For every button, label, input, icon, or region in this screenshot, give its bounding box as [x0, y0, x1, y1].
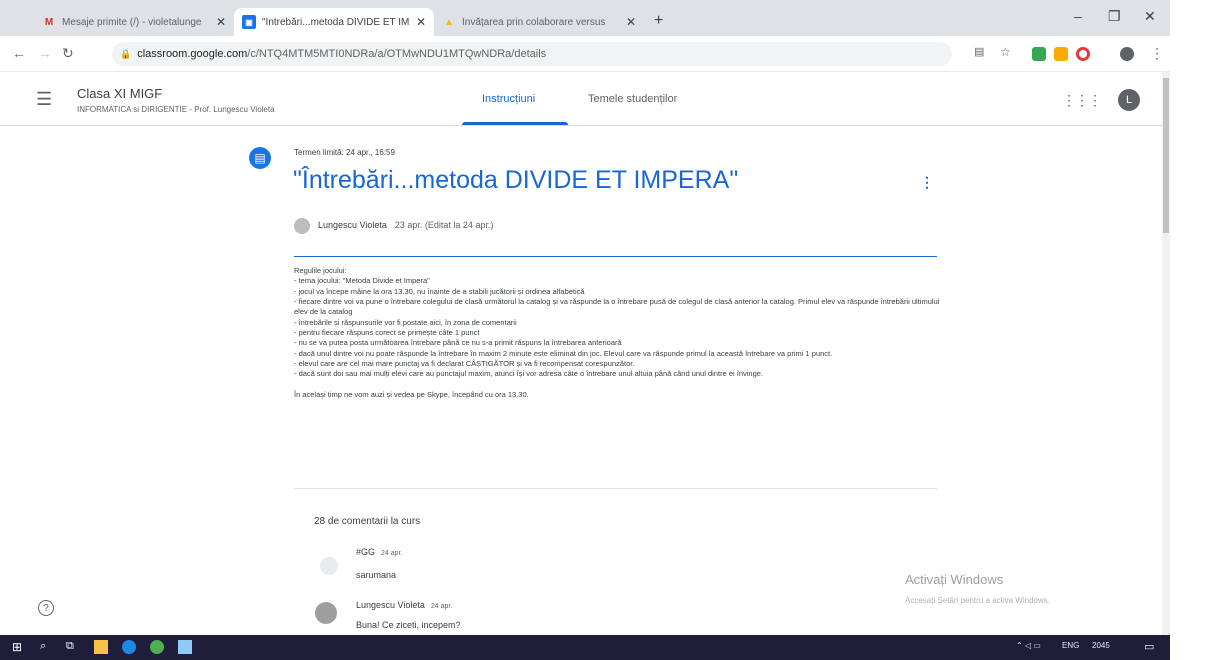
maximize-icon[interactable]: ❐: [1108, 8, 1121, 25]
address-bar[interactable]: 🔒 classroom.google.com/c/NTQ4MTM5MTI0NDR…: [112, 42, 952, 66]
author-avatar: [294, 218, 310, 234]
description-line: - dacă unul dintre voi nu poate răspunde…: [294, 348, 833, 358]
divider: [294, 256, 937, 257]
tab-title: Mesaje primite (/) - violetalunge: [62, 16, 202, 28]
class-name[interactable]: Clasa XI MIGF: [77, 86, 162, 101]
windows-start-icon[interactable]: ⊞: [12, 640, 26, 654]
description-closing: În același timp ne vom auzi și vedea pe …: [294, 389, 529, 399]
forward-icon[interactable]: →: [38, 45, 52, 61]
screenshot-margin: [1170, 0, 1206, 660]
comment-author-name: #GG: [356, 547, 376, 557]
close-icon[interactable]: ✕: [626, 15, 636, 29]
description-line: Regulile jocului:: [294, 266, 347, 275]
browser-window: M Mesaje primite (/) - violetalunge ✕ ▣ …: [0, 0, 1206, 660]
close-window-icon[interactable]: ✕: [1144, 8, 1156, 25]
comment-date: 24 apr.: [381, 550, 403, 557]
description-line: - pentru fiecare răspuns corect se prime…: [294, 328, 480, 338]
translate-icon[interactable]: ▤: [974, 45, 984, 58]
description-line: - nu se va putea posta următoarea întreb…: [294, 338, 622, 348]
description-line: - tema jocului: "Metoda Divide et Impera…: [294, 276, 430, 286]
new-tab-button[interactable]: +: [654, 12, 663, 30]
scrollbar-thumb[interactable]: [1163, 78, 1169, 233]
tab-strip: M Mesaje primite (/) - violetalunge ✕ ▣ …: [0, 0, 1170, 36]
comments-header[interactable]: 28 de comentarii la curs: [314, 516, 420, 527]
description-line: - dacă sunt doi sau mai mulți elevi care…: [294, 369, 764, 379]
activation-watermark-text: Accesați Setări pentru a activa Windows.: [905, 596, 1050, 605]
notifications-icon[interactable]: ▭: [1144, 640, 1158, 654]
author-line: Lungescu Violeta 23 apr. (Editat la 24 ap…: [318, 220, 493, 230]
description-line: - elevul care are cel mai mare punctaj v…: [294, 359, 635, 369]
tab-drive[interactable]: ▲ Învățarea prin colaborare versus ✕: [434, 8, 644, 36]
class-subtitle: INFORMATICA si DIRIGENTIE - Prof. Lunges…: [77, 105, 275, 114]
classroom-icon: ▣: [242, 15, 256, 29]
activation-watermark-title: Activați Windows: [905, 572, 1004, 587]
tab-title: "Întrebări...metoda DIVIDE ET IM: [262, 16, 410, 28]
comment-author-name: Lungescu Violeta: [356, 600, 425, 610]
comment-author: #GG 24 apr.: [356, 547, 402, 557]
browser-toolbar: ← → ↻ 🔒 classroom.google.com/c/NTQ4MTM5M…: [0, 36, 1170, 72]
url-path: /c/NTQ4MTM5MTI0NDRa/a/OTMwNDU1MTQwNDRa/d…: [247, 48, 547, 60]
divider: [294, 488, 937, 489]
browser-menu-icon[interactable]: ⋮: [1150, 45, 1164, 62]
post-meta: 23 apr. (Editat la 24 apr.): [394, 220, 494, 230]
minimize-icon[interactable]: –: [1074, 8, 1082, 24]
tab-instructions[interactable]: Instrucțiuni: [482, 93, 535, 105]
extension-icon[interactable]: [1032, 47, 1046, 61]
author-name: Lungescu Violeta: [318, 220, 387, 230]
description-line: - fiecare dintre voi va pune o întrebare…: [294, 297, 940, 317]
tab-gmail[interactable]: M Mesaje primite (/) - violetalunge ✕: [34, 8, 234, 36]
windows-taskbar: ⊞ ⌕ ⧉ ⌃ ◁ ▭ ENG 2045 ▭: [0, 635, 1170, 660]
classroom-header: ☰ Clasa XI MIGF INFORMATICA si DIRIGENTI…: [0, 72, 1162, 126]
assignment-description: Regulile jocului: - tema jocului: "Metod…: [294, 266, 940, 400]
assignment-icon: ▤: [249, 147, 271, 169]
clock[interactable]: 2045: [1092, 641, 1110, 650]
close-icon[interactable]: ✕: [216, 15, 226, 29]
edge-icon[interactable]: [122, 640, 136, 654]
comment-text: Buna! Ce ziceti, incepem?: [356, 620, 461, 630]
apps-grid-icon[interactable]: ⋮⋮⋮: [1062, 92, 1102, 109]
close-icon[interactable]: ✕: [416, 15, 426, 29]
search-icon[interactable]: ⌕: [40, 640, 54, 654]
opera-icon[interactable]: [1076, 47, 1090, 61]
lock-icon: 🔒: [120, 48, 132, 59]
comment-date: 24 apr.: [430, 603, 453, 610]
bookmark-star-icon[interactable]: ☆: [1000, 45, 1011, 59]
task-view-icon[interactable]: ⧉: [66, 640, 80, 654]
chrome-icon[interactable]: [150, 640, 164, 654]
comment-author: Lungescu Violeta 24 apr.: [356, 600, 452, 610]
app-icon[interactable]: [178, 640, 192, 654]
avatar: [320, 557, 338, 575]
tab-student-work[interactable]: Temele studenților: [588, 93, 677, 105]
tray-icons[interactable]: ⌃ ◁ ▭: [1016, 641, 1041, 650]
file-explorer-icon[interactable]: [94, 640, 108, 654]
deadline: Termen limită: 24 apr., 16:59: [294, 148, 395, 157]
menu-icon[interactable]: ☰: [36, 89, 52, 110]
avatar: [315, 602, 337, 624]
profile-icon[interactable]: [1120, 47, 1134, 61]
drive-icon: ▲: [444, 16, 454, 28]
comment-text: sarumana: [356, 570, 397, 580]
description-line: - întrebările și răspunsurile vor fi pos…: [294, 317, 517, 327]
active-tab-indicator: [462, 122, 568, 125]
tab-title: Învățarea prin colaborare versus: [462, 16, 606, 28]
assignment-title: "Întrebări...metoda DIVIDE ET IMPERA": [293, 166, 739, 194]
help-icon[interactable]: ?: [38, 600, 54, 616]
url-host: classroom.google.com: [137, 48, 248, 60]
language-indicator[interactable]: ENG: [1062, 641, 1079, 650]
more-options-icon[interactable]: ⋮: [920, 174, 934, 191]
avatar[interactable]: L: [1118, 89, 1140, 111]
reload-icon[interactable]: ↻: [62, 45, 74, 62]
back-icon[interactable]: ←: [12, 45, 26, 61]
tab-classroom[interactable]: ▣ "Întrebări...metoda DIVIDE ET IM ✕: [234, 8, 434, 36]
gmail-icon: M: [44, 16, 54, 28]
description-line: - jocul va începe mâine la ora 13.30, nu…: [294, 286, 585, 296]
extension-icon[interactable]: [1054, 47, 1068, 61]
